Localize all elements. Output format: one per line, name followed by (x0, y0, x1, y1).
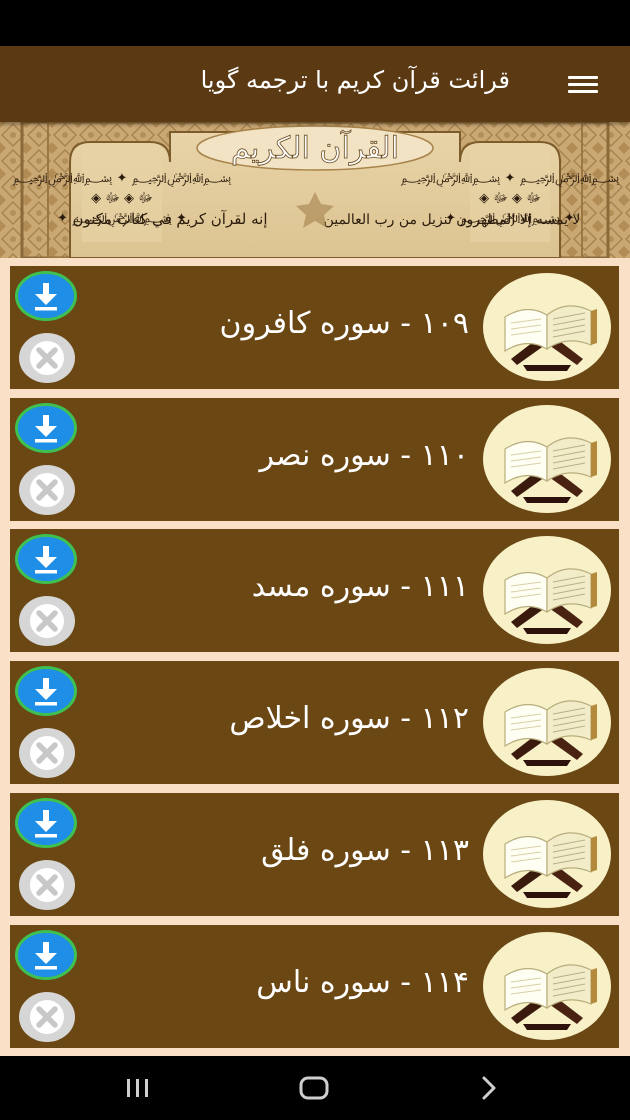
surah-list: ۱۰۹ - سوره کافرون ۱۱۰ - سوره نصر ۱۱۱ - س… (0, 258, 630, 1056)
close-icon (30, 868, 64, 902)
download-icon (35, 283, 57, 311)
quran-banner-image: القرآن الكريم ﷽ ✦ ﷽ ◈ ﷻ ◈ ﷻ ✦ ﷽ ✦ ﷽ ✦ ﷽ … (0, 122, 630, 258)
banner-left-calligraphy: إنه لقرآن كريم في كتاب مكنون (72, 210, 267, 228)
cancel-button[interactable] (19, 728, 75, 778)
svg-text:﷽ ✦ ﷽: ﷽ ✦ ﷽ (13, 171, 232, 187)
surah-list-item[interactable]: ۱۱۴ - سوره ناس (10, 925, 619, 1048)
close-icon (30, 473, 64, 507)
surah-title: ۱۰۹ - سوره کافرون (219, 306, 469, 341)
cancel-button[interactable] (19, 333, 75, 383)
surah-list-item[interactable]: ۱۱۱ - سوره مسد (10, 529, 619, 652)
surah-title: ۱۱۳ - سوره فلق (261, 833, 469, 868)
status-bar (0, 0, 630, 46)
surah-title: ۱۱۱ - سوره مسد (251, 569, 469, 604)
banner-right-calligraphy: لا يمسه إلا المطهرون تنزيل من رب العالمي… (324, 212, 581, 228)
home-icon[interactable] (294, 1070, 334, 1106)
cancel-button[interactable] (19, 465, 75, 515)
surah-list-item[interactable]: ۱۱۳ - سوره فلق (10, 793, 619, 916)
system-navigation-bar (0, 1056, 630, 1120)
download-button[interactable] (15, 798, 77, 848)
quran-book-stand-icon (483, 800, 611, 908)
surah-title: ۱۱۴ - سوره ناس (256, 965, 469, 1000)
cancel-button[interactable] (19, 596, 75, 646)
svg-text:◈ ﷻ ◈ ﷻ: ◈ ﷻ ◈ ﷻ (479, 191, 541, 206)
download-icon (35, 415, 57, 443)
download-icon (35, 546, 57, 574)
recent-apps-icon[interactable] (118, 1070, 158, 1106)
surah-title: ۱۱۲ - سوره اخلاص (229, 701, 469, 736)
app-title: قرائت قرآن کریم با ترجمه گویا (200, 66, 510, 94)
svg-text:﷽ ✦ ﷽: ﷽ ✦ ﷽ (401, 171, 620, 187)
svg-text:◈ ﷻ ◈ ﷻ: ◈ ﷻ ◈ ﷻ (91, 191, 153, 206)
app-bar: قرائت قرآن کریم با ترجمه گویا (0, 46, 630, 122)
cancel-button[interactable] (19, 992, 75, 1042)
close-icon (30, 341, 64, 375)
cancel-button[interactable] (19, 860, 75, 910)
download-button[interactable] (15, 534, 77, 584)
download-button[interactable] (15, 666, 77, 716)
close-icon (30, 736, 64, 770)
back-icon[interactable] (470, 1070, 510, 1106)
download-button[interactable] (15, 930, 77, 980)
download-icon (35, 942, 57, 970)
close-icon (30, 1000, 64, 1034)
banner-title-calligraphy: القرآن الكريم (231, 129, 399, 166)
surah-list-item[interactable]: ۱۱۲ - سوره اخلاص (10, 661, 619, 784)
download-button[interactable] (15, 403, 77, 453)
download-button[interactable] (15, 271, 77, 321)
quran-book-stand-icon (483, 273, 611, 381)
close-icon (30, 604, 64, 638)
quran-book-stand-icon (483, 405, 611, 513)
surah-list-item[interactable]: ۱۱۰ - سوره نصر (10, 398, 619, 521)
surah-list-item[interactable]: ۱۰۹ - سوره کافرون (10, 266, 619, 389)
quran-book-stand-icon (483, 932, 611, 1040)
download-icon (35, 810, 57, 838)
hamburger-menu-icon[interactable] (568, 72, 600, 96)
quran-book-stand-icon (483, 668, 611, 776)
surah-title: ۱۱۰ - سوره نصر (259, 438, 469, 473)
quran-book-stand-icon (483, 536, 611, 644)
download-icon (35, 678, 57, 706)
